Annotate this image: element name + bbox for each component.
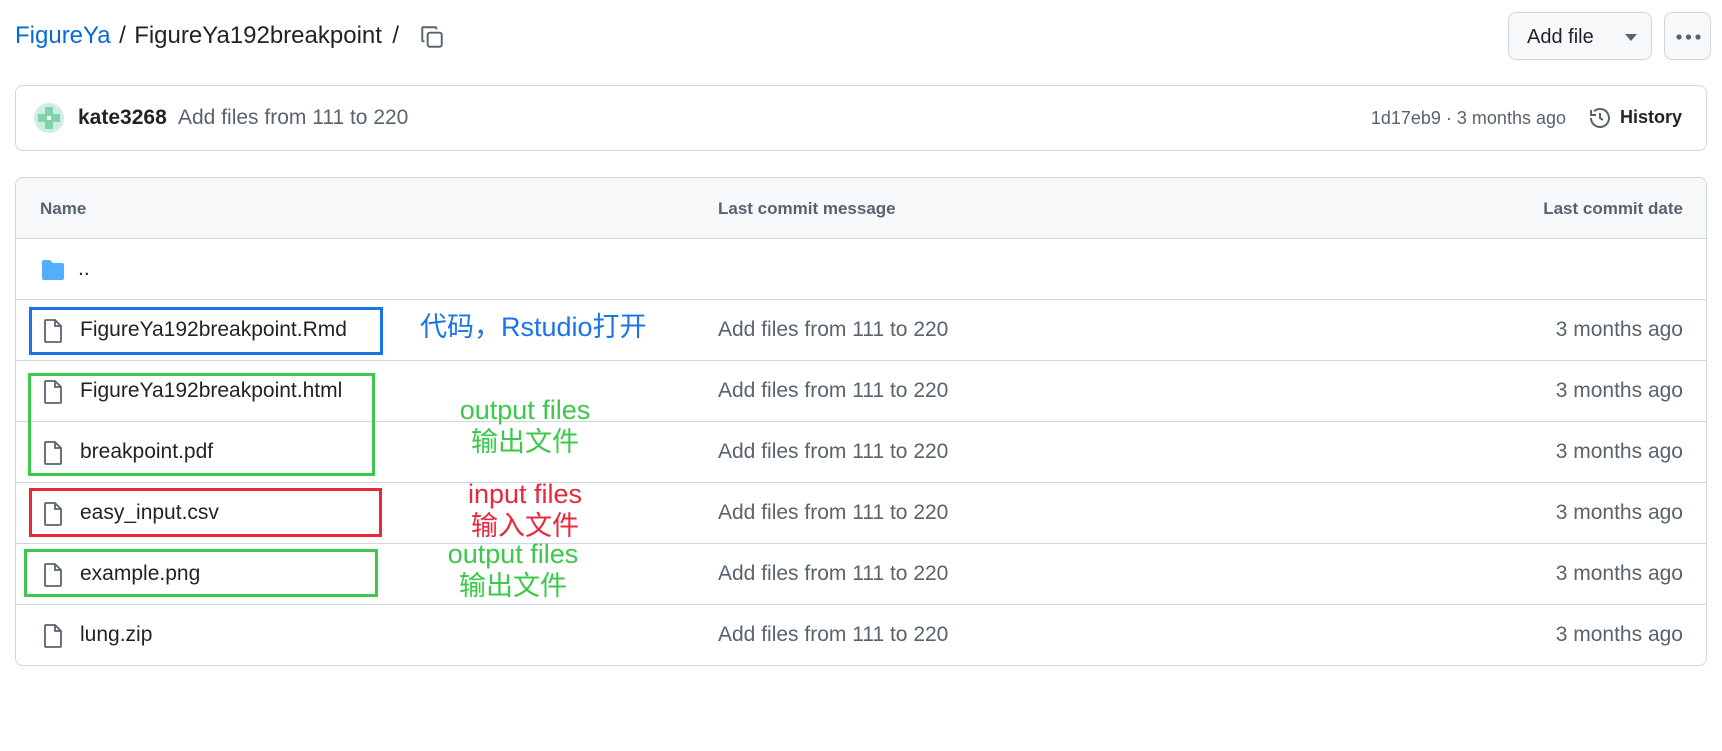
breadcrumb: FigureYa / FigureYa192breakpoint / [15, 22, 399, 54]
breadcrumb-current-folder: FigureYa192breakpoint [134, 22, 382, 49]
more-options-button[interactable] [1664, 12, 1711, 60]
annotation-input-en: input files [467, 479, 583, 509]
folder-icon [42, 260, 64, 280]
annotation-box-output [28, 373, 375, 476]
file-icon [44, 624, 62, 648]
kebab-horizontal-icon [1676, 34, 1701, 40]
add-file-button[interactable]: Add file [1508, 12, 1652, 60]
file-commit-message[interactable]: Add files from 111 to 220 [718, 318, 948, 342]
commit-message-link[interactable]: Add files from 111 to 220 [178, 106, 408, 130]
file-commit-date: 3 months ago [1555, 440, 1683, 463]
history-icon [1590, 108, 1610, 128]
annotation-output-zh: 输出文件 [471, 427, 579, 457]
latest-commit-bar: kate3268 Add files from 111 to 220 1d17e… [15, 85, 1707, 151]
table-row[interactable]: lung.zip Add files from 111 to 220 3 mon… [16, 605, 1706, 665]
file-commit-message[interactable]: Add files from 111 to 220 [718, 623, 948, 647]
annotation-box-code [29, 307, 383, 355]
chevron-down-icon [1625, 34, 1637, 41]
annotation-output-label: output files 输出文件 [440, 394, 610, 458]
column-header-name: Name [40, 199, 87, 218]
annotation-input-label: input files 输入文件 [445, 478, 605, 542]
parent-directory-row[interactable]: .. [16, 239, 1706, 300]
parent-directory-link[interactable]: .. [78, 257, 90, 281]
annotation-output-en-2: output files [447, 539, 579, 569]
file-commit-message[interactable]: Add files from 111 to 220 [718, 379, 948, 403]
column-header-date: Last commit date [1543, 199, 1683, 218]
file-commit-message[interactable]: Add files from 111 to 220 [718, 501, 948, 525]
file-commit-date: 3 months ago [1555, 318, 1683, 341]
file-commit-date: 3 months ago [1555, 379, 1683, 402]
copy-path-icon[interactable] [419, 24, 445, 50]
commit-author-link[interactable]: kate3268 [78, 106, 167, 130]
annotation-output-label-2: output files 输出文件 [428, 538, 598, 602]
breadcrumb-repo-link[interactable]: FigureYa [15, 22, 111, 49]
file-commit-message[interactable]: Add files from 111 to 220 [718, 440, 948, 464]
column-header-message: Last commit message [718, 199, 896, 218]
add-file-label: Add file [1527, 26, 1594, 48]
breadcrumb-separator: / [119, 22, 126, 49]
breadcrumb-separator: / [392, 22, 400, 49]
history-label: History [1620, 107, 1683, 127]
annotation-output-zh-2: 输出文件 [459, 571, 567, 601]
file-name-link[interactable]: lung.zip [80, 623, 152, 647]
avatar[interactable] [34, 103, 64, 133]
file-commit-message[interactable]: Add files from 111 to 220 [718, 562, 948, 586]
annotation-code-label: 代码，Rstudio打开 [420, 312, 647, 342]
annotation-box-output-2 [24, 549, 378, 597]
commit-sha-time[interactable]: 1d17eb9 · 3 months ago [1371, 108, 1566, 129]
annotation-output-en: output files [459, 395, 591, 425]
file-commit-date: 3 months ago [1555, 562, 1683, 585]
history-button[interactable]: History [1588, 98, 1684, 138]
table-header: Name Last commit message Last commit dat… [16, 178, 1706, 239]
annotation-box-input [29, 488, 382, 537]
file-commit-date: 3 months ago [1555, 623, 1683, 646]
file-commit-date: 3 months ago [1555, 501, 1683, 524]
